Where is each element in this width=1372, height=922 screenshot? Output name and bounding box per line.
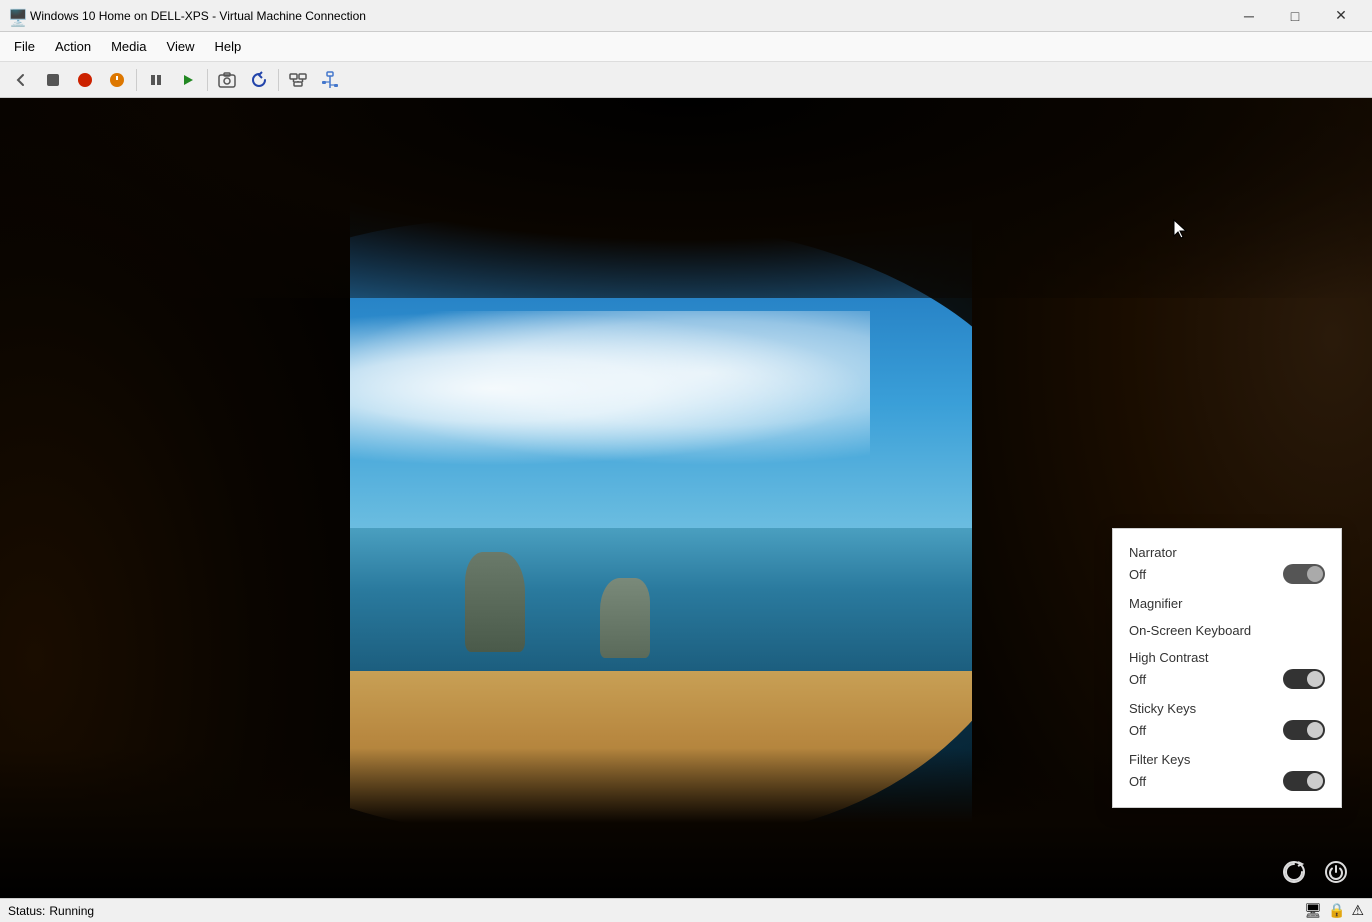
- status-lock-icon: 🔒: [1328, 902, 1345, 919]
- toolbar: [0, 62, 1372, 98]
- menu-item-action[interactable]: Action: [45, 35, 101, 58]
- toolbar-screenshot-button[interactable]: [212, 65, 242, 95]
- filter-keys-item: Filter Keys Off: [1129, 752, 1325, 791]
- menu-item-view[interactable]: View: [157, 35, 205, 58]
- sticky-keys-status: Off: [1129, 723, 1146, 738]
- status-alert-icon: ⚠: [1351, 902, 1364, 919]
- narrator-status: Off: [1129, 567, 1146, 582]
- sticky-keys-item: Sticky Keys Off: [1129, 701, 1325, 740]
- menu-bar: File Action Media View Help: [0, 32, 1372, 62]
- narrator-label: Narrator: [1129, 545, 1325, 560]
- vm-action-power-icon[interactable]: [1320, 856, 1352, 888]
- filter-keys-status: Off: [1129, 774, 1146, 789]
- on-screen-keyboard-item: On-Screen Keyboard: [1129, 623, 1325, 638]
- toolbar-power-orange-button[interactable]: [102, 65, 132, 95]
- toolbar-separator-1: [136, 69, 137, 91]
- close-button[interactable]: ✕: [1318, 0, 1364, 32]
- toolbar-shutdown-red-button[interactable]: [70, 65, 100, 95]
- filter-keys-toggle[interactable]: [1283, 771, 1325, 791]
- vm-display[interactable]: Narrator Off Magnifier On-Screen Keyboar…: [0, 98, 1372, 898]
- status-bar: Status: Running 🖥 🔒 ⚠: [0, 898, 1372, 922]
- sticky-keys-toggle[interactable]: [1283, 720, 1325, 740]
- filter-keys-toggle-track: [1283, 771, 1325, 791]
- menu-item-help[interactable]: Help: [204, 35, 251, 58]
- toolbar-resume-button[interactable]: [173, 65, 203, 95]
- narrator-toggle-track: [1283, 564, 1325, 584]
- title-bar: 🖥️ Windows 10 Home on DELL-XPS - Virtual…: [0, 0, 1372, 32]
- accessibility-panel: Narrator Off Magnifier On-Screen Keyboar…: [1112, 528, 1342, 808]
- toolbar-usb-button[interactable]: [315, 65, 345, 95]
- filter-keys-toggle-thumb: [1307, 773, 1323, 789]
- toolbar-restore-button[interactable]: [244, 65, 274, 95]
- filter-keys-label: Filter Keys: [1129, 752, 1325, 767]
- rock-2: [600, 578, 650, 658]
- high-contrast-label: High Contrast: [1129, 650, 1325, 665]
- high-contrast-toggle[interactable]: [1283, 669, 1325, 689]
- vm-action-restart-icon[interactable]: [1278, 856, 1310, 888]
- menu-item-file[interactable]: File: [4, 35, 45, 58]
- rock-1: [465, 552, 525, 652]
- menu-item-media[interactable]: Media: [101, 35, 156, 58]
- clouds: [330, 311, 870, 466]
- toolbar-separator-2: [207, 69, 208, 91]
- window-title: Windows 10 Home on DELL-XPS - Virtual Ma…: [30, 9, 366, 23]
- high-contrast-item: High Contrast Off: [1129, 650, 1325, 689]
- narrator-toggle-thumb: [1307, 566, 1323, 582]
- vm-bottom-actions: [1278, 856, 1352, 888]
- on-screen-keyboard-label: On-Screen Keyboard: [1129, 623, 1325, 638]
- high-contrast-toggle-thumb: [1307, 671, 1323, 687]
- minimize-button[interactable]: ─: [1226, 0, 1272, 32]
- magnifier-item: Magnifier: [1129, 596, 1325, 611]
- status-network-icon: 🖥: [1304, 902, 1322, 919]
- toolbar-network-button[interactable]: [283, 65, 313, 95]
- narrator-toggle[interactable]: [1283, 564, 1325, 584]
- toolbar-back-button[interactable]: [6, 65, 36, 95]
- maximize-button[interactable]: □: [1272, 0, 1318, 32]
- toolbar-pause-button[interactable]: [141, 65, 171, 95]
- toolbar-stop-button[interactable]: [38, 65, 68, 95]
- cave-wall-top: [0, 98, 1372, 298]
- high-contrast-status: Off: [1129, 672, 1146, 687]
- window-icon: 🖥️: [8, 8, 24, 24]
- status-label: Status:: [8, 904, 45, 918]
- sticky-keys-label: Sticky Keys: [1129, 701, 1325, 716]
- toolbar-separator-3: [278, 69, 279, 91]
- high-contrast-toggle-track: [1283, 669, 1325, 689]
- status-bar-right: 🖥 🔒 ⚠: [1304, 902, 1364, 919]
- narrator-item: Narrator Off: [1129, 545, 1325, 584]
- sticky-keys-toggle-track: [1283, 720, 1325, 740]
- title-bar-controls: ─ □ ✕: [1226, 0, 1364, 32]
- status-value: Running: [49, 904, 94, 918]
- sticky-keys-toggle-thumb: [1307, 722, 1323, 738]
- magnifier-label: Magnifier: [1129, 596, 1325, 611]
